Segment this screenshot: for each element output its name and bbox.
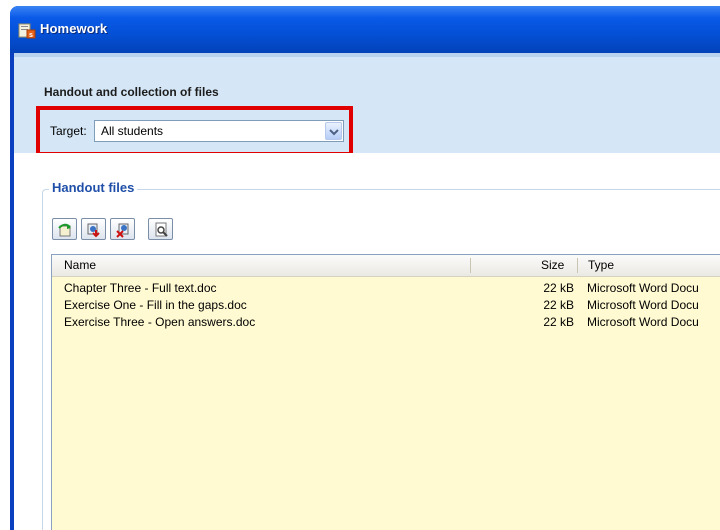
file-name: Exercise Three - Open answers.doc <box>64 315 256 329</box>
table-row[interactable]: Exercise Three - Open answers.doc 22 kB … <box>52 314 720 331</box>
svg-text:s: s <box>29 32 33 39</box>
handout-files-area: Handout files Name Size Type Chapter Thr… <box>14 153 720 530</box>
file-size: 22 kB <box>543 298 574 312</box>
column-divider[interactable] <box>577 258 578 273</box>
add-file-icon <box>58 223 71 237</box>
file-name: Chapter Three - Full text.doc <box>64 281 217 295</box>
column-header-name[interactable]: Name <box>64 255 96 276</box>
target-dropdown[interactable]: All students <box>94 120 344 142</box>
homework-window: s Homework Handout and collection of fil… <box>10 6 720 530</box>
homework-app-icon: s <box>18 23 36 39</box>
chevron-down-icon <box>329 129 339 136</box>
preview-file-button[interactable] <box>148 218 173 240</box>
file-type: Microsoft Word Docu <box>587 298 699 312</box>
handout-files-title: Handout files <box>49 180 138 195</box>
file-size: 22 kB <box>543 281 574 295</box>
target-dropdown-button[interactable] <box>325 122 342 140</box>
handout-files-list[interactable]: Name Size Type Chapter Three - Full text… <box>51 254 720 530</box>
column-divider[interactable] <box>470 258 471 273</box>
file-size: 22 kB <box>543 315 574 329</box>
title-bar[interactable]: s Homework <box>10 6 720 53</box>
replace-file-icon <box>87 223 100 238</box>
list-body: Chapter Three - Full text.doc 22 kB Micr… <box>52 276 720 530</box>
table-row[interactable]: Chapter Three - Full text.doc 22 kB Micr… <box>52 280 720 297</box>
add-file-button[interactable] <box>52 218 77 240</box>
file-type: Microsoft Word Docu <box>587 315 699 329</box>
list-header: Name Size Type <box>52 255 720 277</box>
column-header-type[interactable]: Type <box>588 255 614 276</box>
replace-file-button[interactable] <box>81 218 106 240</box>
target-dropdown-value: All students <box>101 124 164 138</box>
window-title: Homework <box>40 21 108 36</box>
remove-file-button[interactable] <box>110 218 135 240</box>
remove-file-icon <box>116 223 129 238</box>
file-type: Microsoft Word Docu <box>587 281 699 295</box>
target-label: Target: <box>50 124 87 138</box>
table-row[interactable]: Exercise One - Fill in the gaps.doc 22 k… <box>52 297 720 314</box>
preview-file-icon <box>155 222 168 237</box>
file-name: Exercise One - Fill in the gaps.doc <box>64 298 247 312</box>
client-area: Handout and collection of files Target: … <box>14 53 720 530</box>
column-header-size[interactable]: Size <box>541 255 564 276</box>
handout-settings-panel: Handout and collection of files Target: … <box>14 53 720 157</box>
section-title: Handout and collection of files <box>44 85 219 99</box>
